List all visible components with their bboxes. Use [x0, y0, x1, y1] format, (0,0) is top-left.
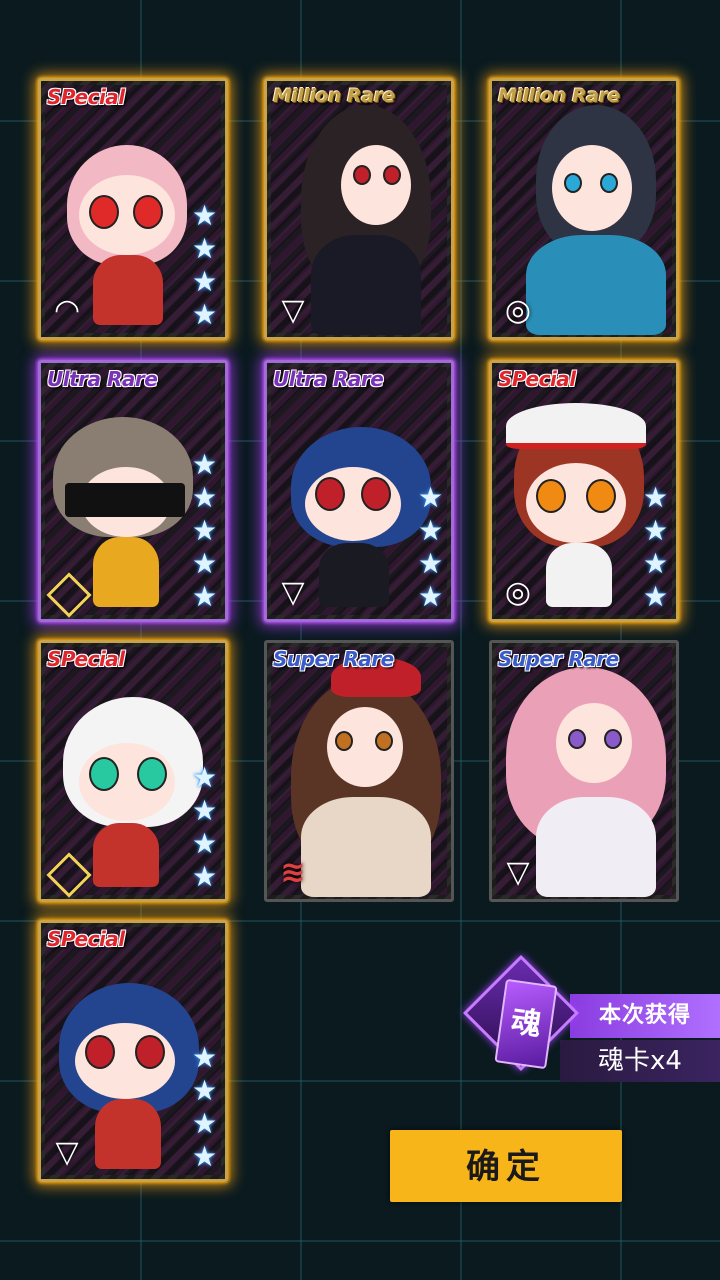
star-rating: ★★★★: [639, 481, 672, 613]
card-7[interactable]: SPecial ★★★★: [38, 640, 228, 902]
diamond-emblem-icon: [47, 853, 87, 893]
wifi-icon: ◠: [55, 293, 79, 328]
rarity-label: SPecial: [47, 927, 125, 951]
card-8[interactable]: Super Rare ≋: [264, 640, 454, 902]
stripes-emblem-icon: ≋: [280, 855, 306, 890]
triangle-emblem-icon: ▽: [281, 575, 305, 610]
rarity-label: SPecial: [47, 647, 125, 671]
star-rating: ★★★★: [188, 761, 221, 893]
card-2[interactable]: Million Rare ▽: [264, 78, 454, 340]
rarity-label: Super Rare: [498, 647, 619, 671]
star-rating: ★★★★: [188, 1041, 221, 1173]
star-rating: ★★★★: [188, 199, 221, 331]
rarity-label: Million Rare: [273, 85, 395, 107]
triangle-emblem-icon: ▽: [281, 293, 305, 328]
star-rating: ★★★★: [414, 481, 447, 613]
diamond-emblem-icon: [47, 573, 87, 613]
rarity-label: SPecial: [47, 85, 125, 109]
card-5[interactable]: Ultra Rare ★★★★ ▽: [264, 360, 454, 622]
rarity-label: Million Rare: [498, 85, 620, 107]
confirm-button[interactable]: 确定: [390, 1130, 622, 1202]
soul-count-label: 魂卡x4: [560, 1040, 720, 1082]
soul-card-icon: 魂: [463, 955, 579, 1071]
card-9[interactable]: Super Rare ▽: [489, 640, 679, 902]
circle-emblem-icon: ◎: [504, 575, 532, 610]
obtained-label: 本次获得: [570, 994, 720, 1038]
triangle-emblem-icon: ▽: [55, 1135, 79, 1170]
card-3[interactable]: Million Rare ◎: [489, 78, 679, 340]
rarity-label: Super Rare: [273, 647, 394, 671]
card-4[interactable]: Ultra Rare ★★★★★: [38, 360, 228, 622]
rarity-label: Ultra Rare: [273, 367, 384, 391]
star-rating: ★★★★★: [188, 448, 221, 613]
triangle-emblem-icon: ▽: [506, 855, 530, 890]
card-10[interactable]: SPecial ★★★★ ▽: [38, 920, 228, 1182]
card-1[interactable]: SPecial ★★★★ ◠: [38, 78, 228, 340]
card-6[interactable]: SPecial ★★★★ ◎: [489, 360, 679, 622]
rarity-label: Ultra Rare: [47, 367, 158, 391]
circle-emblem-icon: ◎: [504, 293, 532, 328]
rarity-label: SPecial: [498, 367, 576, 391]
